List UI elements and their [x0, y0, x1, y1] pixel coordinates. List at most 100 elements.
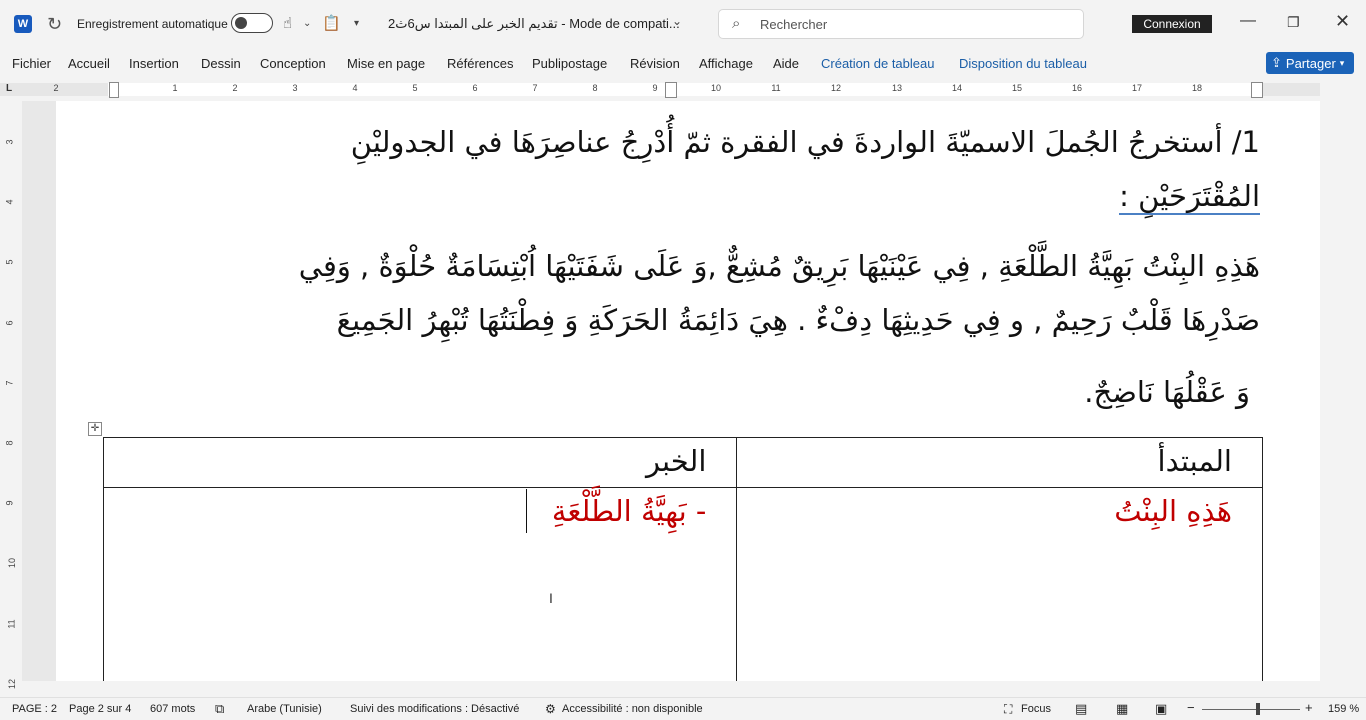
document-title[interactable]: تقديم الخبر على المبتدا س6ث2 - Mode de c… — [388, 16, 680, 32]
ruler-number: 7 — [532, 83, 538, 93]
tab-fichier[interactable]: Fichier — [12, 56, 51, 71]
share-button[interactable]: ⇪ Partager ▾ — [1266, 52, 1354, 74]
focus-icon: ⛶ — [1004, 702, 1013, 716]
table-cell-mubtada[interactable]: هَذِهِ البِنْتُ — [736, 487, 1263, 681]
vruler-number: 8 — [4, 440, 15, 446]
ruler-number: 15 — [1011, 83, 1022, 93]
print-layout-icon[interactable]: ▦ — [1116, 701, 1128, 717]
toggle-knob — [235, 16, 247, 29]
tab-selector[interactable]: L — [6, 83, 12, 94]
zoom-level[interactable]: 159 % — [1328, 703, 1359, 715]
restore-icon[interactable]: ❐ — [1287, 14, 1300, 31]
ruler-number: 17 — [1131, 83, 1142, 93]
status-accessibility[interactable]: Accessibilité : non disponible — [562, 703, 703, 715]
tab-publipostage[interactable]: Publipostage — [532, 56, 607, 71]
table-header-khabar[interactable]: الخبر — [102, 437, 738, 488]
vruler-number: 12 — [7, 678, 18, 690]
status-language[interactable]: Arabe (Tunisie) — [247, 703, 322, 715]
ruler-number: 3 — [292, 83, 298, 93]
right-indent-marker[interactable] — [1251, 82, 1263, 98]
share-chevron-icon: ▾ — [1339, 57, 1345, 68]
status-page-of[interactable]: Page 2 sur 4 — [69, 703, 131, 715]
underlined-word: المُقْتَرَحَيْنِ : — [1119, 179, 1260, 215]
vertical-ruler[interactable]: 3 4 5 6 7 8 9 10 11 12 — [0, 101, 22, 689]
vruler-number: 7 — [4, 380, 15, 386]
tab-dessin[interactable]: Dessin — [201, 56, 241, 71]
autosave-label: Enregistrement automatique — [77, 17, 228, 31]
tab-creation-tableau[interactable]: Création de tableau — [821, 56, 934, 71]
ruler-number: 14 — [951, 83, 962, 93]
ruler-number: 2 — [232, 83, 238, 93]
table-move-handle[interactable]: ✛ — [88, 422, 102, 436]
ruler-number: 10 — [710, 83, 721, 93]
table-row: هَذِهِ البِنْتُ - بَهِيَّةُ الطَّلْعَةِ — [102, 487, 1263, 681]
ruler-number: 4 — [352, 83, 358, 93]
ruler-number: 1 — [172, 83, 178, 93]
ribbon-tabs: Fichier Accueil Insertion Dessin Concept… — [0, 48, 1366, 80]
minimize-icon[interactable]: — — [1240, 12, 1256, 30]
ruler-number: 16 — [1071, 83, 1082, 93]
ruler-number: 12 — [830, 83, 841, 93]
tab-insertion[interactable]: Insertion — [129, 56, 179, 71]
vertical-scrollbar[interactable] — [1320, 101, 1366, 681]
vruler-number: 4 — [4, 199, 15, 205]
table-cell-khabar[interactable]: - بَهِيَّةُ الطَّلْعَةِ — [102, 487, 738, 681]
tab-accueil[interactable]: Accueil — [68, 56, 110, 71]
vruler-number: 11 — [6, 619, 17, 629]
signin-button[interactable]: Connexion — [1132, 15, 1212, 33]
ruler-number: 9 — [652, 83, 658, 93]
close-icon[interactable]: ✕ — [1335, 11, 1350, 32]
zoom-slider-thumb[interactable] — [1256, 703, 1260, 715]
read-mode-icon[interactable]: ▤ — [1075, 701, 1087, 717]
share-icon: ⇪ — [1271, 55, 1282, 70]
focus-button[interactable]: Focus — [1021, 703, 1051, 715]
zoom-out-icon[interactable]: − — [1187, 700, 1195, 715]
left-indent-marker[interactable] — [109, 82, 119, 98]
ruler-right-margin — [1256, 83, 1320, 96]
status-track-changes[interactable]: Suivi des modifications : Désactivé — [350, 703, 519, 715]
autosave-toggle[interactable] — [231, 13, 273, 33]
proofing-icon[interactable]: ⧉ — [215, 701, 224, 717]
ruler-number: 11 — [771, 83, 781, 93]
accessibility-icon: ⚙ — [545, 702, 556, 716]
document-canvas[interactable]: 1/ أستخرجُ الجُملَ الاسميّةَ الواردةَ في… — [22, 101, 1320, 681]
ruler-number: 5 — [412, 83, 418, 93]
paragraph-instruction-cont[interactable]: المُقْتَرَحَيْنِ : — [1119, 179, 1260, 215]
autosave-refresh-icon[interactable]: ↻ — [47, 14, 62, 35]
tab-conception[interactable]: Conception — [260, 56, 326, 71]
tab-references[interactable]: Références — [447, 56, 513, 71]
web-layout-icon[interactable]: ▣ — [1155, 701, 1167, 717]
tab-mise-en-page[interactable]: Mise en page — [347, 56, 425, 71]
paragraph-text-line[interactable]: هَذِهِ البِنْتُ بَهِيَّةُ الطَّلْعَةِ , … — [299, 249, 1260, 283]
tab-disposition-tableau[interactable]: Disposition du tableau — [959, 56, 1087, 71]
paragraph-text-line[interactable]: وَ عَقْلُهَا نَاضِجٌ. — [1084, 375, 1250, 409]
document-page[interactable]: 1/ أستخرجُ الجُملَ الاسميّةَ الواردةَ في… — [56, 101, 1320, 681]
column-marker[interactable] — [665, 82, 677, 98]
clipboard-icon[interactable]: 📋 — [322, 14, 341, 32]
analysis-table[interactable]: المبتدأ الخبر هَذِهِ البِنْتُ - بَهِيَّة… — [102, 437, 1263, 681]
tab-aide[interactable]: Aide — [773, 56, 799, 71]
title-chevron-down-icon[interactable]: ⌄ — [672, 14, 682, 28]
quick-access-dropdown-icon[interactable]: ▾ — [354, 18, 359, 29]
touch-dropdown-icon[interactable]: ⌄ — [303, 18, 311, 29]
paragraph-instruction[interactable]: 1/ أستخرجُ الجُملَ الاسميّةَ الواردةَ في… — [351, 125, 1260, 159]
text-cursor — [526, 489, 527, 533]
ruler-number: 2 — [53, 83, 59, 93]
zoom-in-icon[interactable]: + — [1305, 700, 1313, 715]
status-word-count[interactable]: 607 mots — [150, 703, 195, 715]
touch-mode-icon[interactable]: ☝ — [283, 14, 292, 32]
zoom-slider[interactable] — [1202, 709, 1300, 710]
search-box[interactable]: ⌕ Rechercher — [718, 9, 1084, 39]
table-header-mubtada[interactable]: المبتدأ — [736, 437, 1263, 488]
vruler-number: 5 — [4, 259, 15, 265]
tab-affichage[interactable]: Affichage — [699, 56, 753, 71]
search-icon: ⌕ — [732, 15, 741, 32]
vruler-number: 9 — [4, 500, 15, 506]
status-page-number[interactable]: PAGE : 2 — [12, 703, 57, 715]
title-bar: W ↻ Enregistrement automatique ☝ ⌄ 📋 ▾ ت… — [0, 0, 1366, 48]
tab-revision[interactable]: Révision — [630, 56, 680, 71]
ruler-number: 18 — [1191, 83, 1202, 93]
vruler-number: 3 — [4, 139, 15, 145]
word-app-icon: W — [14, 15, 32, 33]
paragraph-text-line[interactable]: صَدْرِهَا قَلْبٌ رَحِيمٌ , و فِي حَدِيثِ… — [337, 303, 1260, 337]
